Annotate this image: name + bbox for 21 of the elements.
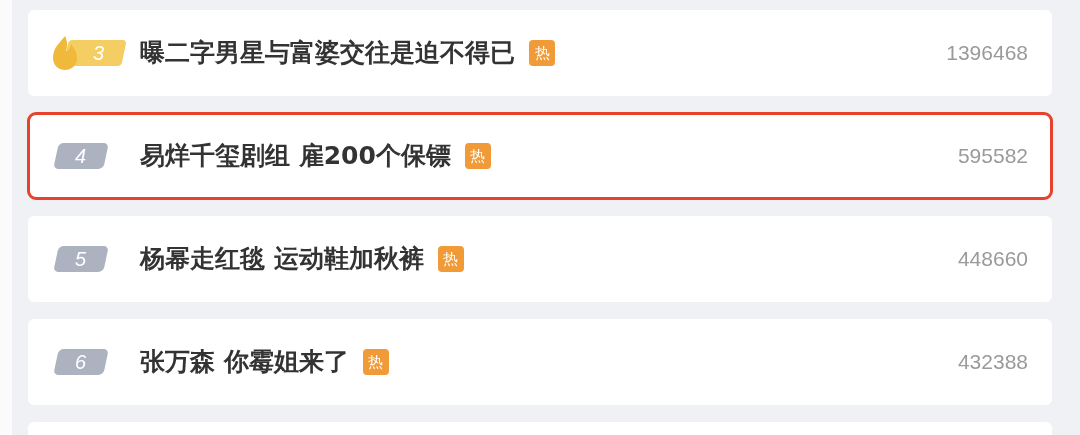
rank-number: 3 <box>92 41 105 66</box>
rank-number: 5 <box>75 247 87 272</box>
list-item[interactable]: 5 杨幂走红毯 运动鞋加秋裤 热 448660 <box>28 216 1052 302</box>
view-count: 1396468 <box>946 40 1028 67</box>
rank-number: 6 <box>75 350 87 375</box>
rank-number: 4 <box>75 144 87 169</box>
list-item[interactable]: 4 易烊千玺剧组 雇200个保镖 热 595582 <box>28 113 1052 199</box>
item-title: 张万森 你霉姐来了 <box>140 346 349 379</box>
view-count: 595582 <box>957 143 1028 170</box>
list-item[interactable]: 3 曝二字男星与富婆交往是迫不得已 热 1396468 <box>28 10 1052 96</box>
item-title: 曝二字男星与富婆交往是迫不得已 <box>140 37 515 70</box>
view-count: 432388 <box>957 349 1028 376</box>
view-count: 448660 <box>957 246 1028 273</box>
flame-icon <box>52 35 78 71</box>
hot-tag: 热 <box>529 40 555 66</box>
hot-tag: 热 <box>464 143 491 169</box>
hot-tag: 热 <box>437 246 464 272</box>
hot-tag: 热 <box>362 349 389 375</box>
item-title: 杨幂走红毯 运动鞋加秋裤 <box>140 243 424 276</box>
item-title: 易烊千玺剧组 雇200个保镖 <box>140 140 451 173</box>
list-item[interactable]: 6 张万森 你霉姐来了 热 432388 <box>28 319 1052 405</box>
